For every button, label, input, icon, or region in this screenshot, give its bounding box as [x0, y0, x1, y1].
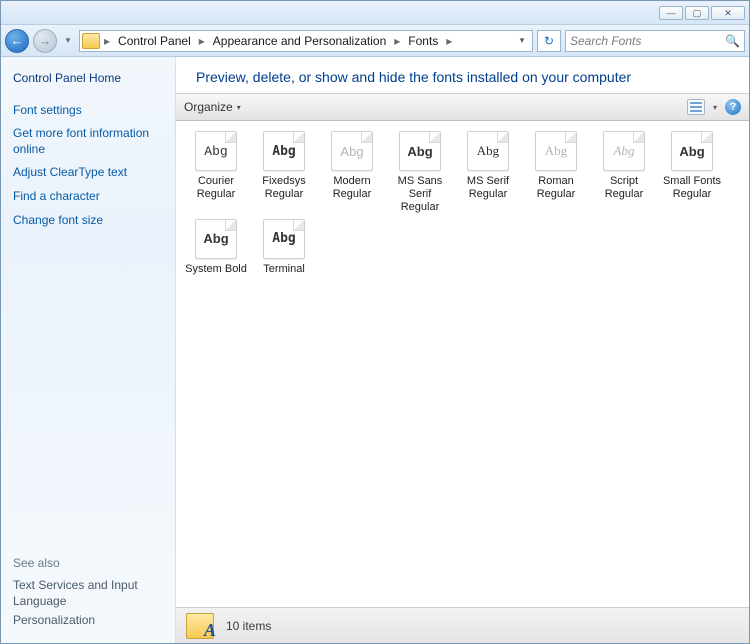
- font-sample: Abg: [400, 132, 440, 170]
- chevron-down-icon: ▾: [237, 103, 241, 112]
- organize-label: Organize: [184, 100, 233, 114]
- font-tile[interactable]: Abg Modern Regular: [320, 131, 384, 215]
- see-also-text-services[interactable]: Text Services and Input Language: [13, 578, 163, 609]
- toolbar: Organize ▾ ▾ ?: [176, 93, 749, 121]
- breadcrumb-sep[interactable]: ▸: [102, 32, 112, 50]
- font-sample: Abg: [536, 132, 576, 170]
- font-thumbnail: Abg: [263, 219, 305, 259]
- font-sample: Abg: [672, 132, 712, 170]
- address-dropdown[interactable]: ▾: [514, 35, 530, 46]
- font-sample: Abg: [604, 132, 644, 170]
- font-name-label: System Bold: [184, 263, 248, 276]
- help-button[interactable]: ?: [725, 99, 741, 115]
- font-tile[interactable]: Abg Fixedsys Regular: [252, 131, 316, 215]
- font-name-label: Script Regular: [592, 175, 656, 201]
- font-name-label: Fixedsys Regular: [252, 175, 316, 201]
- font-thumbnail: Abg: [195, 131, 237, 171]
- close-button[interactable]: ✕: [711, 6, 745, 20]
- font-name-label: Courier Regular: [184, 175, 248, 201]
- back-button[interactable]: ←: [5, 29, 29, 53]
- window: — ▢ ✕ ← → ▾ ▸ Control Panel ▸ Appearance…: [0, 0, 750, 644]
- sidebar-link-find-character[interactable]: Find a character: [13, 189, 163, 205]
- fonts-folder-icon: [186, 613, 214, 639]
- see-also-header: See also: [13, 556, 163, 570]
- breadcrumb-control-panel[interactable]: Control Panel: [114, 32, 195, 50]
- font-name-label: MS Serif Regular: [456, 175, 520, 201]
- font-sample: Abg: [468, 132, 508, 170]
- font-tile[interactable]: Abg MS Serif Regular: [456, 131, 520, 215]
- font-tile[interactable]: Abg System Bold: [184, 219, 248, 276]
- search-input[interactable]: Search Fonts 🔍: [565, 30, 745, 52]
- font-thumbnail: Abg: [671, 131, 713, 171]
- see-also-personalization[interactable]: Personalization: [13, 613, 163, 629]
- status-count: 10 items: [226, 619, 271, 633]
- font-name-label: Small Fonts Regular: [660, 175, 724, 201]
- font-sample: Abg: [264, 220, 304, 258]
- font-tile[interactable]: Abg Terminal: [252, 219, 316, 276]
- status-bar: 10 items: [176, 607, 749, 643]
- font-thumbnail: Abg: [467, 131, 509, 171]
- font-tile[interactable]: Abg Roman Regular: [524, 131, 588, 215]
- font-thumbnail: Abg: [399, 131, 441, 171]
- sidebar-link-more-info[interactable]: Get more font information online: [13, 126, 163, 157]
- refresh-button[interactable]: ↻: [537, 30, 561, 52]
- address-bar[interactable]: ▸ Control Panel ▸ Appearance and Persona…: [79, 30, 533, 52]
- minimize-button[interactable]: —: [659, 6, 683, 20]
- font-sample: Abg: [196, 220, 236, 258]
- breadcrumb-sep[interactable]: ▸: [197, 32, 207, 50]
- organize-button[interactable]: Organize ▾: [184, 100, 241, 114]
- main-panel: Preview, delete, or show and hide the fo…: [176, 57, 749, 643]
- font-thumbnail: Abg: [331, 131, 373, 171]
- font-grid: AbgCourier RegularAbgFixedsys RegularAbg…: [176, 121, 749, 607]
- font-name-label: Terminal: [252, 263, 316, 276]
- breadcrumb-appearance[interactable]: Appearance and Personalization: [209, 32, 390, 50]
- sidebar-link-cleartype[interactable]: Adjust ClearType text: [13, 165, 163, 181]
- navigation-bar: ← → ▾ ▸ Control Panel ▸ Appearance and P…: [1, 25, 749, 57]
- font-tile[interactable]: Abg Courier Regular: [184, 131, 248, 215]
- font-sample: Abg: [196, 132, 236, 170]
- search-icon: 🔍: [725, 34, 740, 48]
- font-tile[interactable]: Abg Small Fonts Regular: [660, 131, 724, 215]
- breadcrumb-fonts[interactable]: Fonts: [404, 32, 442, 50]
- forward-button[interactable]: →: [33, 29, 57, 53]
- font-name-label: Roman Regular: [524, 175, 588, 201]
- sidebar-link-font-settings[interactable]: Font settings: [13, 103, 163, 119]
- search-placeholder: Search Fonts: [570, 34, 641, 48]
- breadcrumb-sep[interactable]: ▸: [444, 32, 454, 50]
- font-thumbnail: Abg: [195, 219, 237, 259]
- font-sample: Abg: [264, 132, 304, 170]
- font-sample: Abg: [332, 132, 372, 170]
- font-name-label: Modern Regular: [320, 175, 384, 201]
- sidebar-home-link[interactable]: Control Panel Home: [13, 71, 163, 87]
- sidebar-link-change-font-size[interactable]: Change font size: [13, 213, 163, 229]
- sidebar: Control Panel Home Font settings Get mor…: [1, 57, 176, 643]
- font-thumbnail: Abg: [535, 131, 577, 171]
- font-thumbnail: Abg: [603, 131, 645, 171]
- body: Control Panel Home Font settings Get mor…: [1, 57, 749, 643]
- view-options-button[interactable]: [687, 99, 705, 115]
- folder-icon: [82, 33, 100, 49]
- font-thumbnail: Abg: [263, 131, 305, 171]
- titlebar: — ▢ ✕: [1, 1, 749, 25]
- nav-history-dropdown[interactable]: ▾: [61, 31, 75, 51]
- font-name-label: MS Sans Serif Regular: [388, 175, 452, 215]
- maximize-button[interactable]: ▢: [685, 6, 709, 20]
- page-heading: Preview, delete, or show and hide the fo…: [176, 57, 749, 93]
- chevron-down-icon[interactable]: ▾: [713, 103, 717, 112]
- breadcrumb-sep[interactable]: ▸: [392, 32, 402, 50]
- font-tile[interactable]: Abg Script Regular: [592, 131, 656, 215]
- font-tile[interactable]: Abg MS Sans Serif Regular: [388, 131, 452, 215]
